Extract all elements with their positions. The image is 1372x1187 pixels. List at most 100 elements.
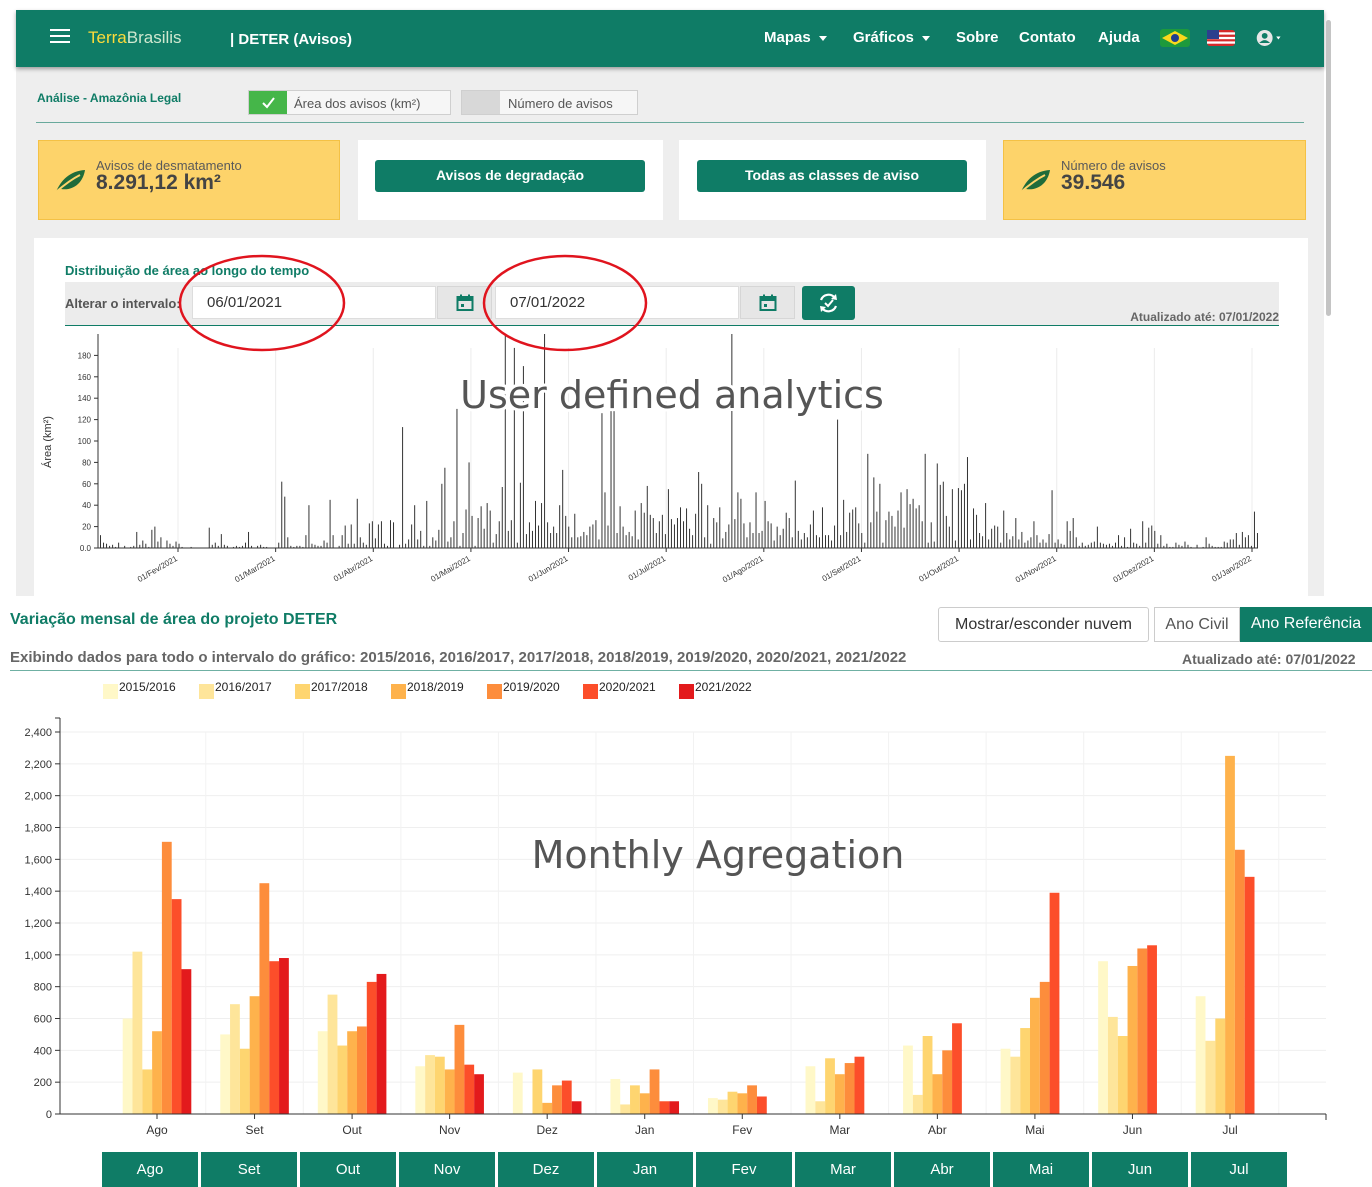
bar xyxy=(1118,535,1120,548)
month-tab-dez[interactable]: Dez xyxy=(498,1152,594,1187)
bar xyxy=(308,505,310,548)
bar xyxy=(374,538,376,548)
bar xyxy=(1247,535,1249,548)
legend-label[interactable]: 2019/2020 xyxy=(503,680,560,694)
bar xyxy=(562,469,564,548)
month-tab-jun[interactable]: Jun xyxy=(1092,1152,1188,1187)
month-tab-set[interactable]: Set xyxy=(201,1152,297,1187)
y-tick-label: 1,000 xyxy=(24,950,52,962)
bar xyxy=(840,535,842,548)
legend-label[interactable]: 2017/2018 xyxy=(311,680,368,694)
month-tab-jul[interactable]: Jul xyxy=(1191,1152,1287,1187)
civil-year-button[interactable]: Ano Civil xyxy=(1154,607,1240,642)
bar-2018-2019 xyxy=(542,1102,553,1114)
bar xyxy=(843,499,845,548)
month-tab-abr[interactable]: Abr xyxy=(894,1152,990,1187)
legend-label[interactable]: 2016/2017 xyxy=(215,680,272,694)
reference-year-button[interactable]: Ano Referência xyxy=(1240,607,1372,642)
bar xyxy=(347,543,349,548)
legend-swatch xyxy=(391,684,406,699)
bar xyxy=(550,533,552,548)
bar xyxy=(613,404,615,548)
bar-2015-2016 xyxy=(1098,961,1108,1114)
legend-label[interactable]: 2021/2022 xyxy=(695,680,752,694)
bar xyxy=(655,533,657,548)
toggle-cloud-button[interactable]: Mostrar/esconder nuvem xyxy=(938,607,1149,642)
month-tab-nov[interactable]: Nov xyxy=(399,1152,495,1187)
bar-2016-2017 xyxy=(1107,1016,1118,1114)
bar xyxy=(477,518,479,548)
bar xyxy=(1166,543,1168,548)
bar xyxy=(311,543,313,548)
bar xyxy=(332,535,334,548)
legend-swatch xyxy=(679,684,694,699)
x-tick-label: Nov xyxy=(439,1123,460,1137)
bar xyxy=(498,521,500,548)
month-tab-ago[interactable]: Ago xyxy=(102,1152,198,1187)
bar xyxy=(1090,542,1092,548)
bar xyxy=(151,529,153,548)
bar xyxy=(1042,539,1044,548)
bar xyxy=(435,540,437,548)
bar xyxy=(1235,533,1237,548)
month-tab-fev[interactable]: Fev xyxy=(696,1152,792,1187)
bar-2017-2018 xyxy=(922,1036,933,1114)
bar xyxy=(631,536,633,548)
x-tick-label: Jan xyxy=(635,1123,654,1137)
bar xyxy=(305,535,307,548)
bar-2019-2020 xyxy=(454,1024,465,1114)
bar-2020-2021 xyxy=(854,1056,865,1114)
y-tick-label: 1,600 xyxy=(24,854,52,866)
bar-2016-2017 xyxy=(327,994,338,1114)
y-axis-label: Área (km²) xyxy=(41,416,54,468)
bar xyxy=(670,519,672,548)
bar xyxy=(353,543,355,548)
bar xyxy=(1069,530,1071,548)
bar xyxy=(722,538,724,548)
bar xyxy=(858,523,860,548)
bar xyxy=(1130,528,1132,548)
bar-2015-2016 xyxy=(1195,996,1206,1114)
legend-label[interactable]: 2015/2016 xyxy=(119,680,176,694)
bar-2015-2016 xyxy=(707,1098,718,1114)
month-tab-out[interactable]: Out xyxy=(300,1152,396,1187)
bar xyxy=(169,543,171,548)
bar xyxy=(809,524,811,548)
bar xyxy=(1256,533,1258,548)
bar xyxy=(888,511,890,548)
bar-2017-2018 xyxy=(142,1069,153,1114)
bar xyxy=(758,533,760,548)
legend-label[interactable]: 2018/2019 xyxy=(407,680,464,694)
bar xyxy=(604,492,606,548)
bar xyxy=(541,503,543,548)
bar xyxy=(1018,539,1020,548)
y-tick-label: 60 xyxy=(82,480,91,489)
bar-2018-2019 xyxy=(1225,755,1235,1114)
month-tab-mar[interactable]: Mar xyxy=(795,1152,891,1187)
bar xyxy=(1124,537,1126,548)
month-tab-jan[interactable]: Jan xyxy=(597,1152,693,1187)
bar xyxy=(791,537,793,548)
bar-2015-2016 xyxy=(415,1066,426,1114)
bar xyxy=(341,535,343,548)
bar xyxy=(510,520,512,548)
bar xyxy=(245,542,246,548)
bar xyxy=(118,542,120,548)
legend-label[interactable]: 2020/2021 xyxy=(599,680,656,694)
bar-2017-2018 xyxy=(1117,1036,1128,1114)
bar xyxy=(589,526,591,548)
bar xyxy=(1099,542,1101,548)
bar xyxy=(812,510,814,548)
bar xyxy=(1154,530,1156,548)
bar xyxy=(831,540,833,548)
bar-2015-2016 xyxy=(317,1031,328,1114)
x-tick-label: Mai xyxy=(1025,1123,1044,1137)
month-tab-mai[interactable]: Mai xyxy=(993,1152,1089,1187)
bar-2018-2019 xyxy=(152,1031,162,1114)
y-tick-label: 600 xyxy=(34,1014,52,1026)
bar xyxy=(963,483,965,548)
bar xyxy=(1244,537,1246,548)
bar xyxy=(806,537,808,548)
bar xyxy=(1093,541,1095,548)
bar xyxy=(450,537,452,548)
